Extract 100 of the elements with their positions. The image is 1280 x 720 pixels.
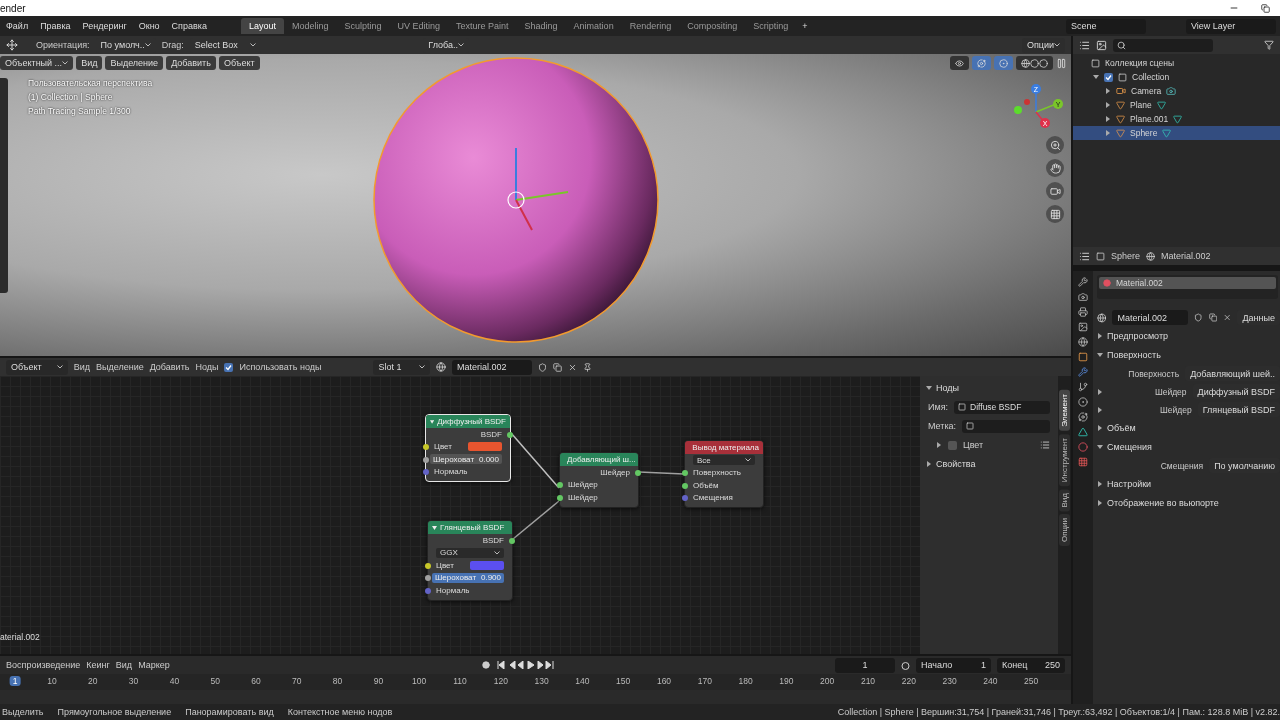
menu-item[interactable]: Окно (132, 21, 166, 31)
outliner-item[interactable]: Коллекция сцены (1105, 58, 1174, 68)
color-swatch[interactable] (470, 560, 504, 570)
menu-item[interactable]: Выделение (95, 362, 144, 372)
collapsed-arrow-icon[interactable] (1105, 130, 1111, 136)
end-frame-field[interactable]: Конец 250 (997, 657, 1065, 673)
menu-item[interactable]: Справка (165, 21, 213, 31)
material-slot[interactable]: Material.002 (1099, 277, 1276, 289)
workspace-tab[interactable]: Texture Paint (448, 18, 517, 34)
outliner-row[interactable]: Plane.001 (1073, 112, 1280, 126)
sidebar-tab[interactable]: Инструмент (1059, 433, 1070, 486)
expanded-arrow-icon[interactable] (926, 385, 932, 391)
socket-icon[interactable] (635, 469, 641, 476)
workspace-tab[interactable]: Compositing (679, 18, 746, 34)
collapsed-arrow-icon[interactable] (926, 461, 932, 467)
hand-icon[interactable] (1046, 159, 1064, 177)
material-field[interactable]: Material.002 (451, 359, 532, 375)
filter-icon[interactable] (1264, 40, 1274, 50)
shield-icon[interactable] (537, 362, 547, 372)
material-sphere-icon[interactable] (435, 362, 446, 372)
name-field[interactable]: Diffuse BSDF (954, 400, 1050, 414)
outliner-item[interactable]: Collection (1132, 72, 1170, 82)
menu-item[interactable]: Кеинг (86, 660, 110, 670)
collapse-arrow-icon[interactable] (432, 525, 437, 530)
visibility-button[interactable] (950, 56, 969, 70)
image-icon[interactable] (1096, 39, 1107, 51)
shading-button[interactable] (1016, 56, 1053, 70)
branch-icon[interactable] (1078, 382, 1088, 392)
shader-node[interactable]: Диффузный BSDF BSDF Цвет Шероховат 0.000 Нормаль (425, 414, 511, 482)
copy-icon[interactable] (552, 362, 562, 372)
menu-item[interactable]: Вид (115, 660, 133, 670)
workspace-tab[interactable]: Layout (240, 18, 284, 34)
wrench-icon[interactable] (1078, 367, 1088, 377)
wrench-icon[interactable] (1078, 277, 1088, 287)
playback-controls-icon[interactable] (495, 661, 556, 669)
checker-icon[interactable] (1078, 457, 1088, 467)
collapsed-arrow-icon[interactable] (1105, 116, 1111, 122)
start-frame-field[interactable]: Начало 1 (916, 657, 991, 673)
label-field[interactable] (962, 419, 1050, 433)
socket-icon[interactable] (509, 537, 515, 544)
socket-icon[interactable] (507, 431, 513, 438)
editor-type-icon[interactable] (1079, 250, 1090, 262)
node-dropdown[interactable]: GGX (436, 547, 504, 558)
workspace-tab[interactable]: Rendering (621, 18, 680, 34)
material-field[interactable]: Material.002 (1112, 310, 1189, 325)
workspace-tab[interactable]: Sculpting (336, 18, 390, 34)
collapse-arrow-icon[interactable] (430, 419, 435, 424)
camera-icon[interactable] (1078, 292, 1088, 302)
menu-button[interactable]: Добавить (166, 56, 216, 70)
camera-icon[interactable] (1046, 182, 1064, 200)
gizmo-button[interactable] (972, 56, 991, 70)
sidebar-tab[interactable]: Опции (1059, 514, 1070, 547)
expanded-arrow-icon[interactable] (1097, 352, 1103, 358)
checkbox[interactable] (1104, 72, 1113, 82)
record-icon[interactable] (481, 661, 490, 669)
menu-item[interactable]: Файл (0, 21, 35, 31)
workspace-tab[interactable]: Shading (516, 18, 566, 34)
sidebar-tab[interactable]: Вид (1059, 488, 1070, 512)
shader-node[interactable]: Глянцевый BSDF BSDF GGX Цвет Шероховат 0.900 Нормаль (427, 520, 513, 601)
triangle-icon[interactable] (1078, 427, 1088, 437)
globe-icon[interactable] (1078, 337, 1088, 347)
menu-button[interactable]: Вид (76, 56, 103, 70)
close-icon[interactable] (1223, 313, 1232, 322)
outliner-row[interactable]: Plane (1073, 98, 1280, 112)
outliner-row[interactable]: Camera (1073, 84, 1280, 98)
overlay-button[interactable] (994, 56, 1013, 70)
menu-item[interactable]: Маркер (138, 660, 170, 670)
pin-icon[interactable] (582, 362, 592, 372)
menu-item[interactable]: Воспроизведение (6, 660, 81, 670)
options-dropdown[interactable]: Опции (1021, 37, 1065, 53)
slot-dropdown[interactable]: Slot 1 (373, 359, 430, 375)
menu-item[interactable]: Рендеринг (76, 21, 133, 31)
collapsed-arrow-icon[interactable] (1105, 88, 1111, 94)
outliner-row[interactable]: Sphere (1073, 126, 1280, 140)
display-mode-icon[interactable] (1079, 39, 1090, 51)
current-frame-field[interactable]: 1 (835, 657, 895, 673)
collapsed-arrow-icon[interactable] (936, 442, 942, 448)
workspace-tab[interactable]: UV Editing (389, 18, 449, 34)
checkbox[interactable] (948, 440, 957, 450)
value-slider[interactable]: Шероховат 0.000 (430, 454, 502, 465)
scene-field[interactable]: Scene (1066, 18, 1146, 34)
list-icon[interactable] (1040, 440, 1050, 450)
shield-icon[interactable] (1194, 313, 1203, 322)
menu-item[interactable]: Добавить (149, 362, 190, 372)
workspace-tab[interactable]: Modeling (283, 18, 337, 34)
mode-dropdown[interactable]: Объектный ... (0, 56, 74, 70)
move-icon[interactable] (6, 39, 18, 51)
pause-icon[interactable] (1056, 57, 1067, 69)
collapsed-arrow-icon[interactable] (1097, 388, 1103, 395)
workspace-tab[interactable]: Scripting (745, 18, 797, 34)
menu-button[interactable]: Выделение (105, 56, 164, 70)
collapsed-arrow-icon[interactable] (1097, 406, 1103, 413)
printer-icon[interactable] (1078, 307, 1088, 317)
collapsed-arrow-icon[interactable] (1097, 500, 1103, 506)
menu-item[interactable]: Вид (73, 362, 90, 372)
node-dropdown[interactable]: Все (693, 455, 755, 466)
sidebar-tab[interactable]: Элемент (1059, 390, 1070, 431)
orbit-icon[interactable] (1078, 412, 1088, 422)
shader-node[interactable]: Добавляющий ш... Шейдер Шейдер Шейдер (559, 452, 639, 508)
expanded-arrow-icon[interactable] (1097, 444, 1103, 450)
